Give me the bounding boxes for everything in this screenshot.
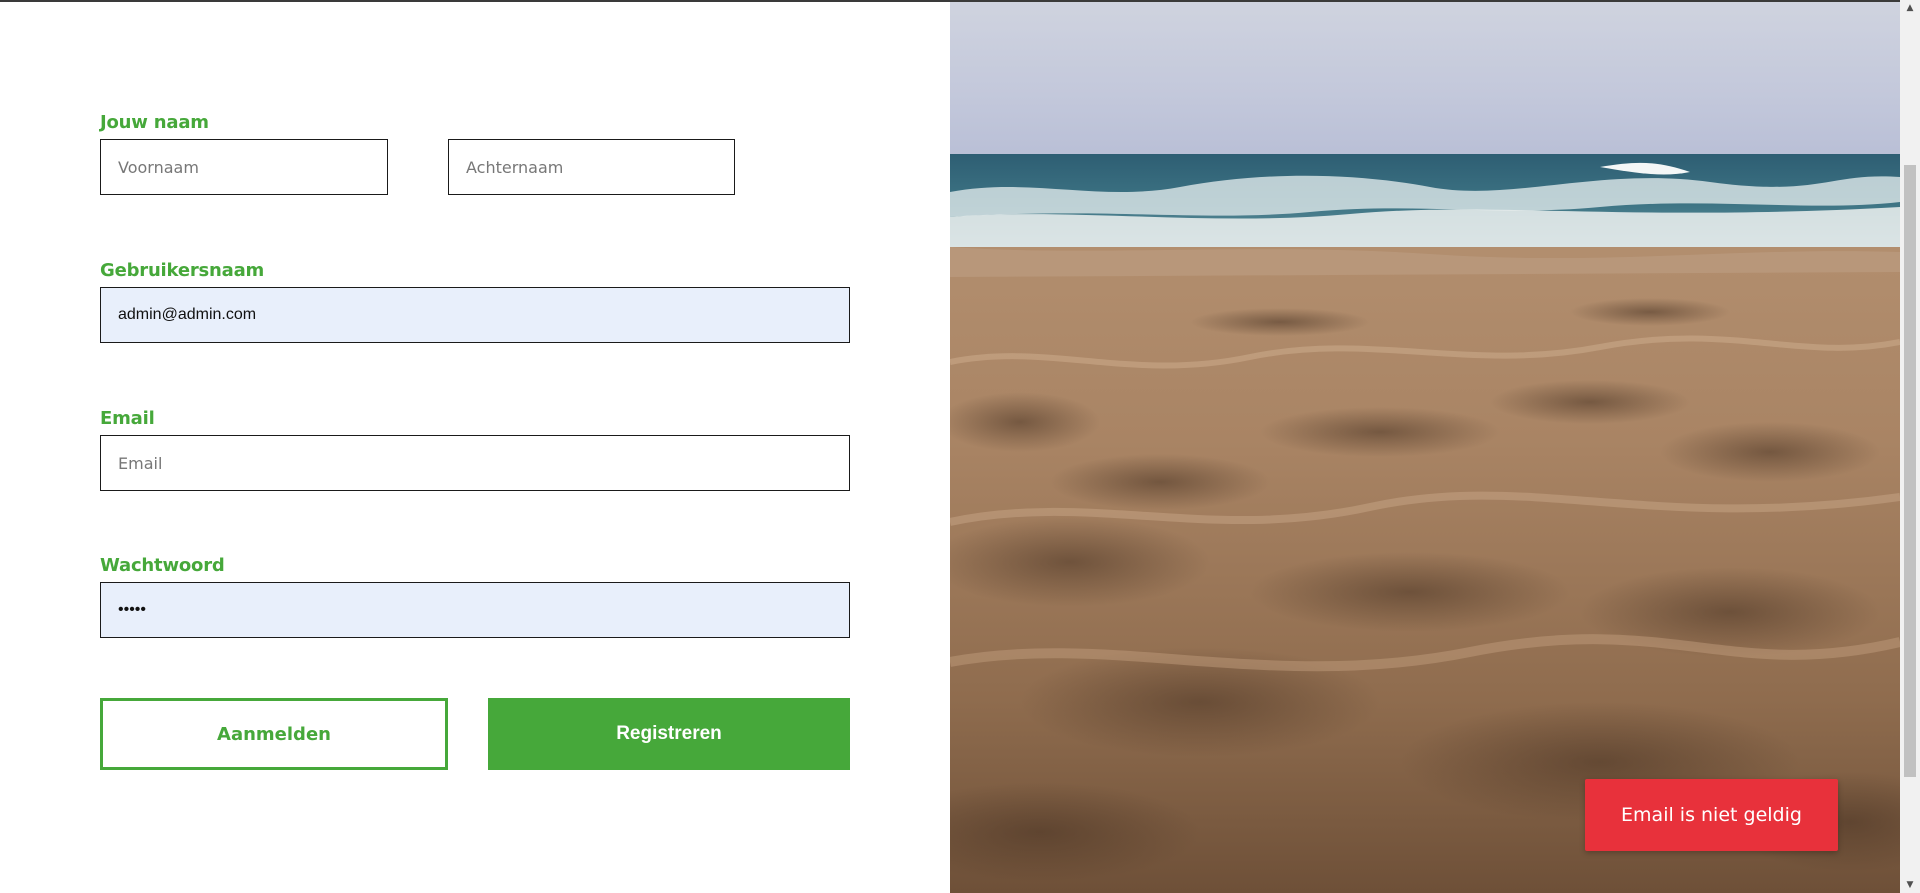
page-scrollbar[interactable]: ▲ ▼ bbox=[1900, 0, 1920, 893]
scroll-thumb[interactable] bbox=[1904, 165, 1916, 777]
password-label: Wachtwoord bbox=[100, 555, 225, 576]
first-name-input[interactable] bbox=[100, 139, 388, 195]
name-label: Jouw naam bbox=[100, 112, 209, 133]
password-input[interactable] bbox=[100, 582, 850, 638]
error-toast: Email is niet geldig bbox=[1585, 779, 1838, 851]
username-input[interactable] bbox=[100, 287, 850, 343]
register-button[interactable]: Registreren bbox=[488, 698, 850, 770]
email-label: Email bbox=[100, 408, 155, 429]
scroll-down-icon[interactable]: ▼ bbox=[1900, 877, 1920, 893]
registration-form: Jouw naam Gebruikersnaam Email Wachtwoor… bbox=[0, 2, 950, 893]
last-name-input[interactable] bbox=[448, 139, 735, 195]
email-input[interactable] bbox=[100, 435, 850, 491]
beach-photo bbox=[950, 2, 1900, 893]
scroll-up-icon[interactable]: ▲ bbox=[1900, 0, 1920, 16]
login-button[interactable]: Aanmelden bbox=[100, 698, 448, 770]
username-label: Gebruikersnaam bbox=[100, 260, 265, 281]
